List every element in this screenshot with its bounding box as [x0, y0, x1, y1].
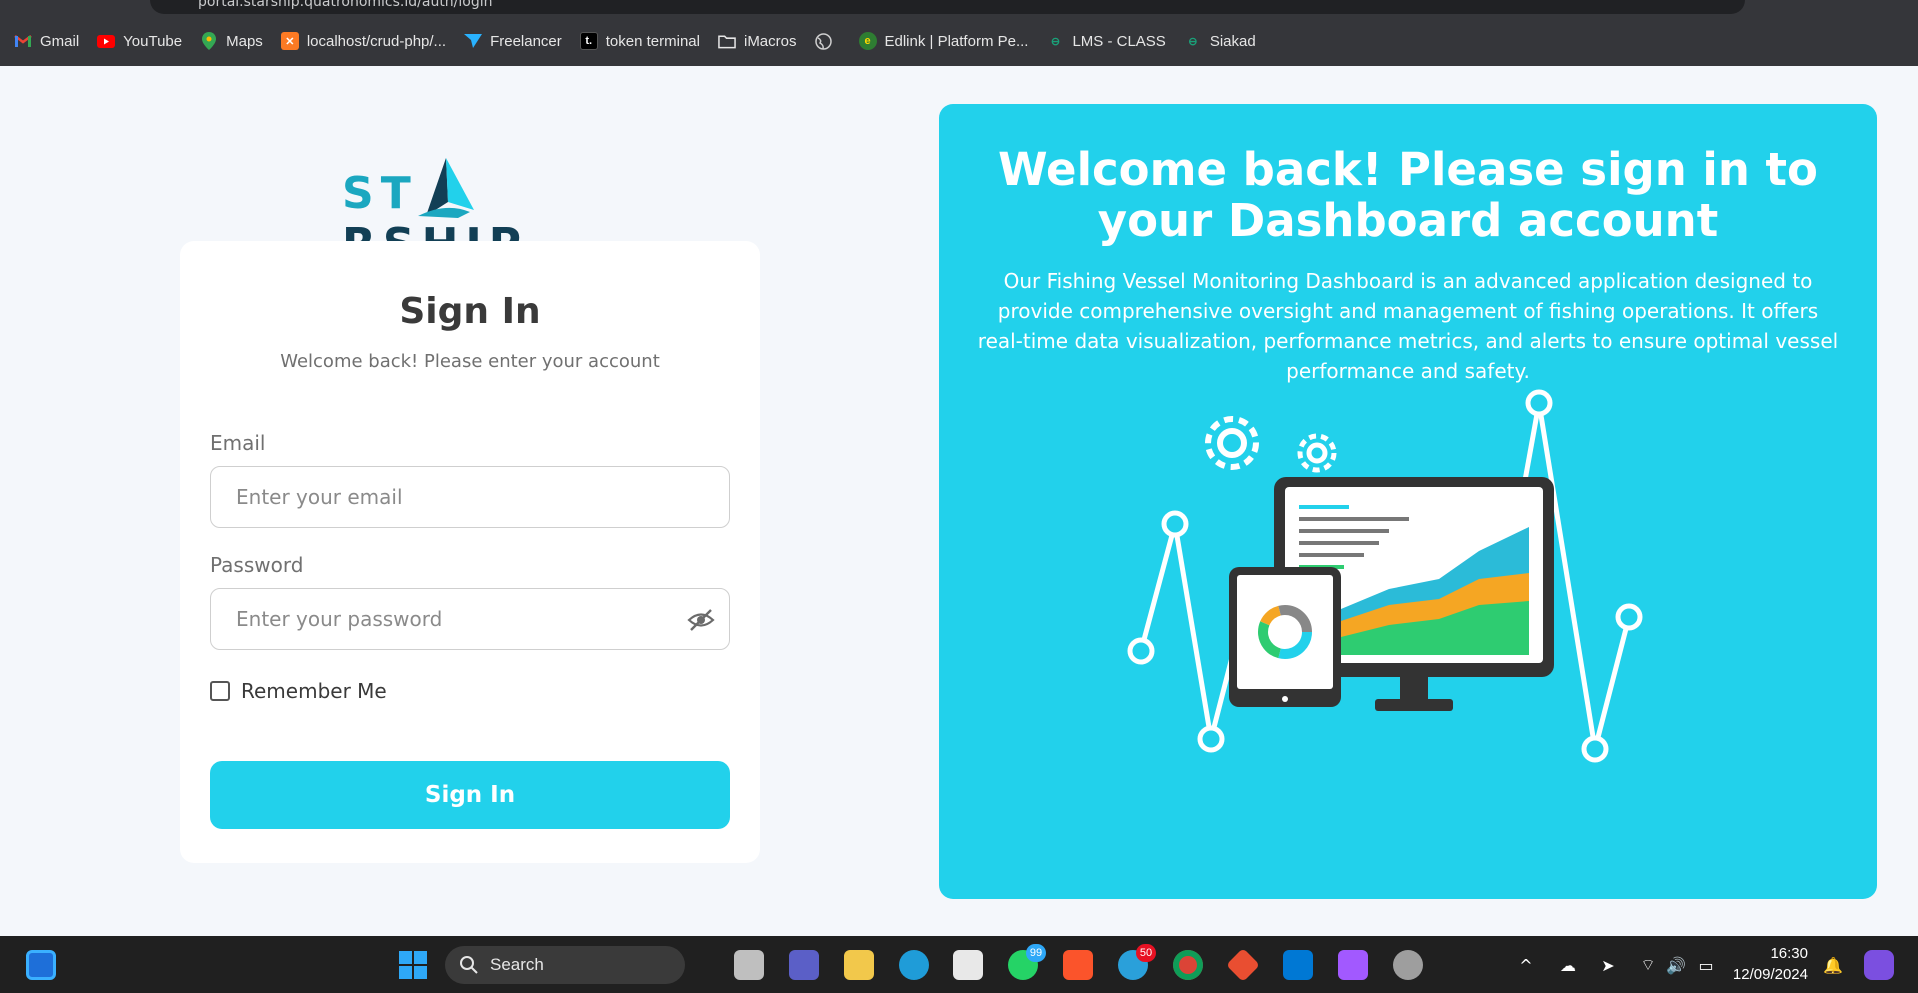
xampp-icon: ✕ — [280, 32, 299, 50]
bookmark-freelancer[interactable]: Freelancer — [464, 26, 574, 56]
bookmark-label: Siakad — [1209, 32, 1256, 50]
teams-icon[interactable] — [789, 950, 819, 980]
figma-icon[interactable] — [1338, 950, 1368, 980]
chrome-icon[interactable] — [1173, 950, 1203, 980]
location-icon[interactable]: ➤ — [1596, 950, 1620, 980]
bookmark-folder-imacros[interactable]: iMacros — [718, 26, 809, 56]
freelancer-icon — [464, 32, 483, 50]
folder-icon — [718, 32, 736, 50]
start-button[interactable] — [398, 950, 428, 980]
windows-icon — [399, 951, 427, 979]
task-view-icon[interactable] — [734, 950, 764, 980]
bookmarks-bar: Gmail YouTube Maps ✕ localhost/crud-php/… — [0, 26, 1274, 56]
toggle-password-visibility-icon[interactable] — [687, 607, 715, 633]
gmail-icon — [14, 32, 32, 50]
bookmark-youtube[interactable]: YouTube — [97, 26, 194, 56]
remember-me-checkbox[interactable] — [210, 681, 230, 701]
bookmark-globe[interactable] — [815, 26, 853, 56]
token-terminal-icon: t. — [579, 32, 598, 50]
sail-icon — [417, 148, 480, 219]
bookmark-siakad[interactable]: ⊖ Siakad — [1184, 26, 1268, 56]
bookmark-label: iMacros — [743, 32, 797, 50]
starship-logo: STRSHIP — [342, 136, 602, 270]
git-icon[interactable] — [1226, 948, 1260, 982]
cloud-icon[interactable]: ☁ — [1556, 950, 1580, 980]
file-explorer-icon[interactable] — [844, 950, 874, 980]
password-input[interactable] — [211, 589, 651, 649]
wifi-icon[interactable]: ⌔ — [1636, 950, 1660, 980]
dashboard-illustration — [1127, 389, 1643, 763]
copilot-icon[interactable] — [1864, 950, 1894, 980]
edlink-icon: e — [858, 32, 877, 50]
taskbar-search[interactable]: Search — [445, 946, 685, 984]
bookmark-label: LMS - CLASS — [1072, 32, 1166, 50]
clock-time: 16:30 — [1770, 945, 1808, 962]
bookmark-label: localhost/crud-php/... — [306, 32, 447, 50]
bookmark-label: Edlink | Platform Pe... — [884, 32, 1029, 50]
gear-icon — [1205, 416, 1259, 470]
signin-title: Sign In — [399, 291, 541, 332]
bookmark-label: YouTube — [123, 32, 183, 50]
bookmark-label: Freelancer — [490, 32, 562, 50]
signin-button[interactable]: Sign In — [210, 761, 730, 829]
bookmark-gmail[interactable]: Gmail — [14, 26, 91, 56]
remember-me-label: Remember Me — [241, 679, 387, 703]
notification-bell-icon[interactable]: 🔔 — [1822, 950, 1844, 980]
brave-icon[interactable] — [1063, 950, 1093, 980]
hero-title: Welcome back! Please sign in to your Das… — [998, 143, 1818, 247]
hero-panel: Welcome back! Please sign in to your Das… — [939, 104, 1877, 899]
browser-chrome: portal.starship.quatronomics.id/auth/log… — [0, 0, 1918, 66]
battery-icon[interactable]: ▭ — [1694, 950, 1718, 980]
logo-prefix: ST — [342, 168, 418, 219]
email-input[interactable] — [211, 467, 651, 527]
bookmark-lms-class[interactable]: ⊖ LMS - CLASS — [1046, 26, 1177, 56]
store-icon[interactable] — [953, 950, 983, 980]
maps-icon — [200, 32, 218, 50]
vscode-icon[interactable] — [1283, 950, 1313, 980]
small-gear-icon — [1297, 433, 1337, 473]
volume-icon[interactable]: 🔊 — [1664, 950, 1688, 980]
address-bar[interactable]: portal.starship.quatronomics.id/auth/log… — [150, 0, 1745, 14]
bookmark-label: Gmail — [40, 32, 80, 50]
address-bar-url[interactable]: portal.starship.quatronomics.id/auth/log… — [198, 0, 493, 10]
widgets-icon[interactable] — [26, 950, 56, 980]
email-field[interactable] — [210, 466, 730, 528]
search-icon — [460, 956, 478, 974]
clock[interactable]: 16:30 12/09/2024 — [1728, 943, 1808, 985]
password-field[interactable] — [210, 588, 730, 650]
bookmark-token-terminal[interactable]: t. token terminal — [579, 26, 712, 56]
whatsapp-badge: 99 — [1026, 944, 1046, 962]
bookmark-edlink[interactable]: e Edlink | Platform Pe... — [858, 26, 1041, 56]
bookmark-maps[interactable]: Maps — [200, 26, 275, 56]
taskbar: Search 99 50 ^ ☁ ➤ ⌔ 🔊 ▭ 16:30 12/09/202… — [0, 936, 1918, 993]
youtube-icon — [97, 32, 116, 50]
remember-me[interactable]: Remember Me — [210, 679, 387, 703]
password-label: Password — [210, 553, 304, 577]
edge-icon[interactable] — [899, 950, 929, 980]
telegram-icon[interactable]: 50 — [1118, 944, 1156, 980]
bookmark-localhost[interactable]: ✕ localhost/crud-php/... — [280, 26, 458, 56]
globe-icon — [815, 32, 833, 50]
signin-card: Sign In Welcome back! Please enter your … — [180, 241, 760, 863]
clock-date: 12/09/2024 — [1732, 966, 1808, 983]
chevron-up-icon[interactable]: ^ — [1516, 950, 1536, 980]
signin-subtitle: Welcome back! Please enter your account — [280, 351, 660, 372]
email-label: Email — [210, 431, 266, 455]
bookmark-label: Maps — [226, 32, 263, 50]
hero-description: Our Fishing Vessel Monitoring Dashboard … — [977, 269, 1839, 383]
login-page: STRSHIP Sign In Welcome back! Please ent… — [0, 66, 1918, 936]
lms-icon: ⊖ — [1050, 35, 1061, 48]
bookmark-label: token terminal — [605, 32, 700, 50]
settings-icon[interactable] — [1393, 950, 1423, 980]
siakad-icon: ⊖ — [1188, 35, 1198, 48]
telegram-badge: 50 — [1136, 944, 1156, 962]
whatsapp-icon[interactable]: 99 — [1008, 944, 1046, 980]
taskbar-search-label: Search — [490, 955, 544, 974]
